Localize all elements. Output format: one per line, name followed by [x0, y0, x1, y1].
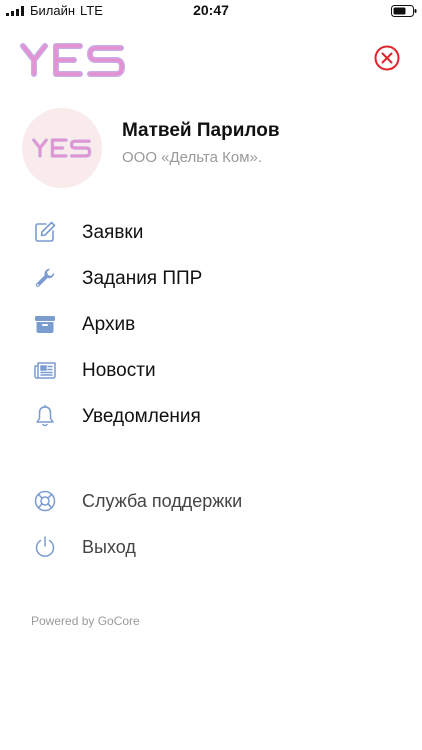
avatar-logo: [32, 138, 92, 158]
user-company: ООО «Дельта Ком».: [122, 149, 263, 166]
menu-item-label: Уведомления: [82, 406, 201, 427]
edit-icon: [35, 221, 56, 242]
close-icon[interactable]: [374, 45, 400, 71]
battery-icon: [391, 5, 417, 17]
menu-item-label: Архив: [82, 314, 136, 335]
wrench-icon: [35, 268, 55, 287]
archive-icon: [35, 316, 55, 333]
status-time: 20:47: [193, 2, 229, 18]
menu-item-requests[interactable]: Заявки: [0, 212, 422, 252]
power-icon: [35, 536, 55, 557]
app-logo: [20, 43, 125, 77]
menu-item-label: Новости: [82, 360, 156, 381]
avatar: [22, 108, 102, 188]
menu-item-notifications[interactable]: Уведомления: [0, 396, 422, 436]
newspaper-icon: [34, 362, 56, 379]
menu-item-label: Заявки: [82, 222, 144, 243]
menu-item-label: Служба поддержки: [82, 491, 243, 511]
menu-item-label: Задания ППР: [82, 268, 203, 289]
menu-item-support[interactable]: Служба поддержки: [0, 481, 422, 521]
menu-item-news[interactable]: Новости: [0, 350, 422, 390]
menu-item-ppr-tasks[interactable]: Задания ППР: [0, 258, 422, 298]
powered-by-text: Powered by GoCore: [31, 614, 140, 628]
menu-item-archive[interactable]: Архив: [0, 304, 422, 344]
lifebuoy-icon: [34, 490, 56, 512]
menu-item-logout[interactable]: Выход: [0, 527, 422, 567]
user-name: Матвей Парилов: [122, 120, 280, 141]
status-bar: Билайн LTE 20:47: [0, 0, 422, 22]
bell-icon: [36, 404, 54, 427]
menu-item-label: Выход: [82, 537, 136, 557]
